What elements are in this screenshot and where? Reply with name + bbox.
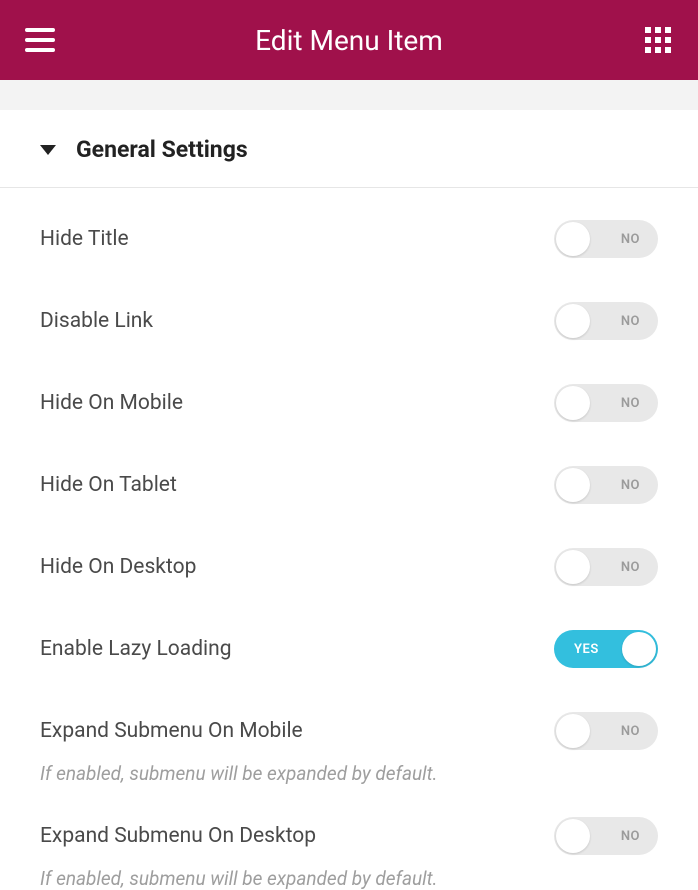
setting-row: Hide On Tablet NO (40, 444, 658, 526)
menu-icon[interactable] (24, 24, 56, 56)
toggle-switch[interactable]: NO (554, 712, 658, 750)
page-title: Edit Menu Item (56, 24, 642, 57)
app-header: Edit Menu Item (0, 0, 698, 80)
section-title: General Settings (76, 136, 248, 163)
toggle-switch[interactable]: NO (554, 548, 658, 586)
toggle-state-label: NO (621, 829, 640, 844)
toggle-knob (622, 632, 656, 666)
toggle-state-label: NO (621, 478, 640, 493)
toggle-state-label: NO (621, 724, 640, 739)
setting-label: Hide On Mobile (40, 391, 183, 415)
setting-row: Hide On Mobile NO (40, 362, 658, 444)
section-header[interactable]: General Settings (0, 110, 698, 188)
setting-row: Expand Submenu On Mobile NO (40, 690, 658, 772)
toggle-state-label: NO (621, 560, 640, 575)
toggle-state-label: NO (621, 396, 640, 411)
toggle-switch[interactable]: NO (554, 466, 658, 504)
setting-hint: If enabled, submenu will be expanded by … (40, 762, 658, 785)
setting-row: Disable Link NO (40, 280, 658, 362)
setting-label: Expand Submenu On Mobile (40, 719, 303, 743)
apps-grid-icon[interactable] (642, 24, 674, 56)
toggle-switch[interactable]: NO (554, 302, 658, 340)
setting-row: Enable Lazy Loading YES (40, 608, 658, 690)
toggle-knob (556, 550, 590, 584)
setting-label: Hide On Desktop (40, 555, 196, 579)
setting-row: Hide On Desktop NO (40, 526, 658, 608)
toggle-state-label: YES (574, 642, 599, 657)
toggle-switch[interactable]: NO (554, 384, 658, 422)
toggle-state-label: NO (621, 232, 640, 247)
setting-hint: If enabled, submenu will be expanded by … (40, 867, 658, 890)
setting-row: Expand Submenu On Desktop NO (40, 795, 658, 877)
toggle-knob (556, 819, 590, 853)
toggle-switch[interactable]: NO (554, 220, 658, 258)
toggle-state-label: NO (621, 314, 640, 329)
toggle-knob (556, 386, 590, 420)
toggle-knob (556, 714, 590, 748)
toggle-knob (556, 304, 590, 338)
toggle-switch[interactable]: YES (554, 630, 658, 668)
toggle-knob (556, 468, 590, 502)
setting-label: Disable Link (40, 309, 153, 333)
toggle-switch[interactable]: NO (554, 817, 658, 855)
setting-row: Hide Title NO (40, 198, 658, 280)
caret-down-icon (40, 145, 56, 155)
settings-list: Hide TitleNODisable LinkNOHide On Mobile… (0, 188, 698, 890)
setting-label: Hide Title (40, 227, 129, 251)
toggle-knob (556, 222, 590, 256)
setting-label: Hide On Tablet (40, 473, 177, 497)
setting-label: Expand Submenu On Desktop (40, 824, 316, 848)
tab-strip (0, 80, 698, 110)
setting-label: Enable Lazy Loading (40, 637, 232, 661)
